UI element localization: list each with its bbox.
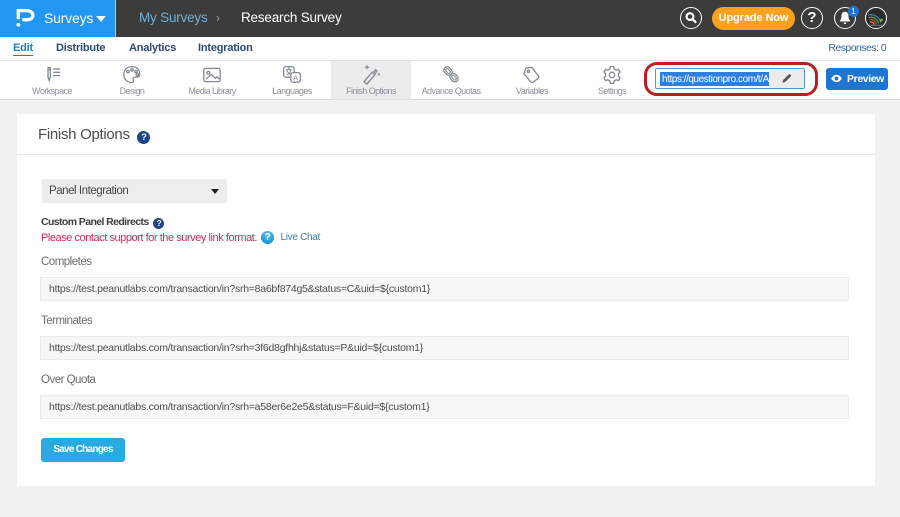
svg-text:A: A bbox=[293, 74, 298, 83]
